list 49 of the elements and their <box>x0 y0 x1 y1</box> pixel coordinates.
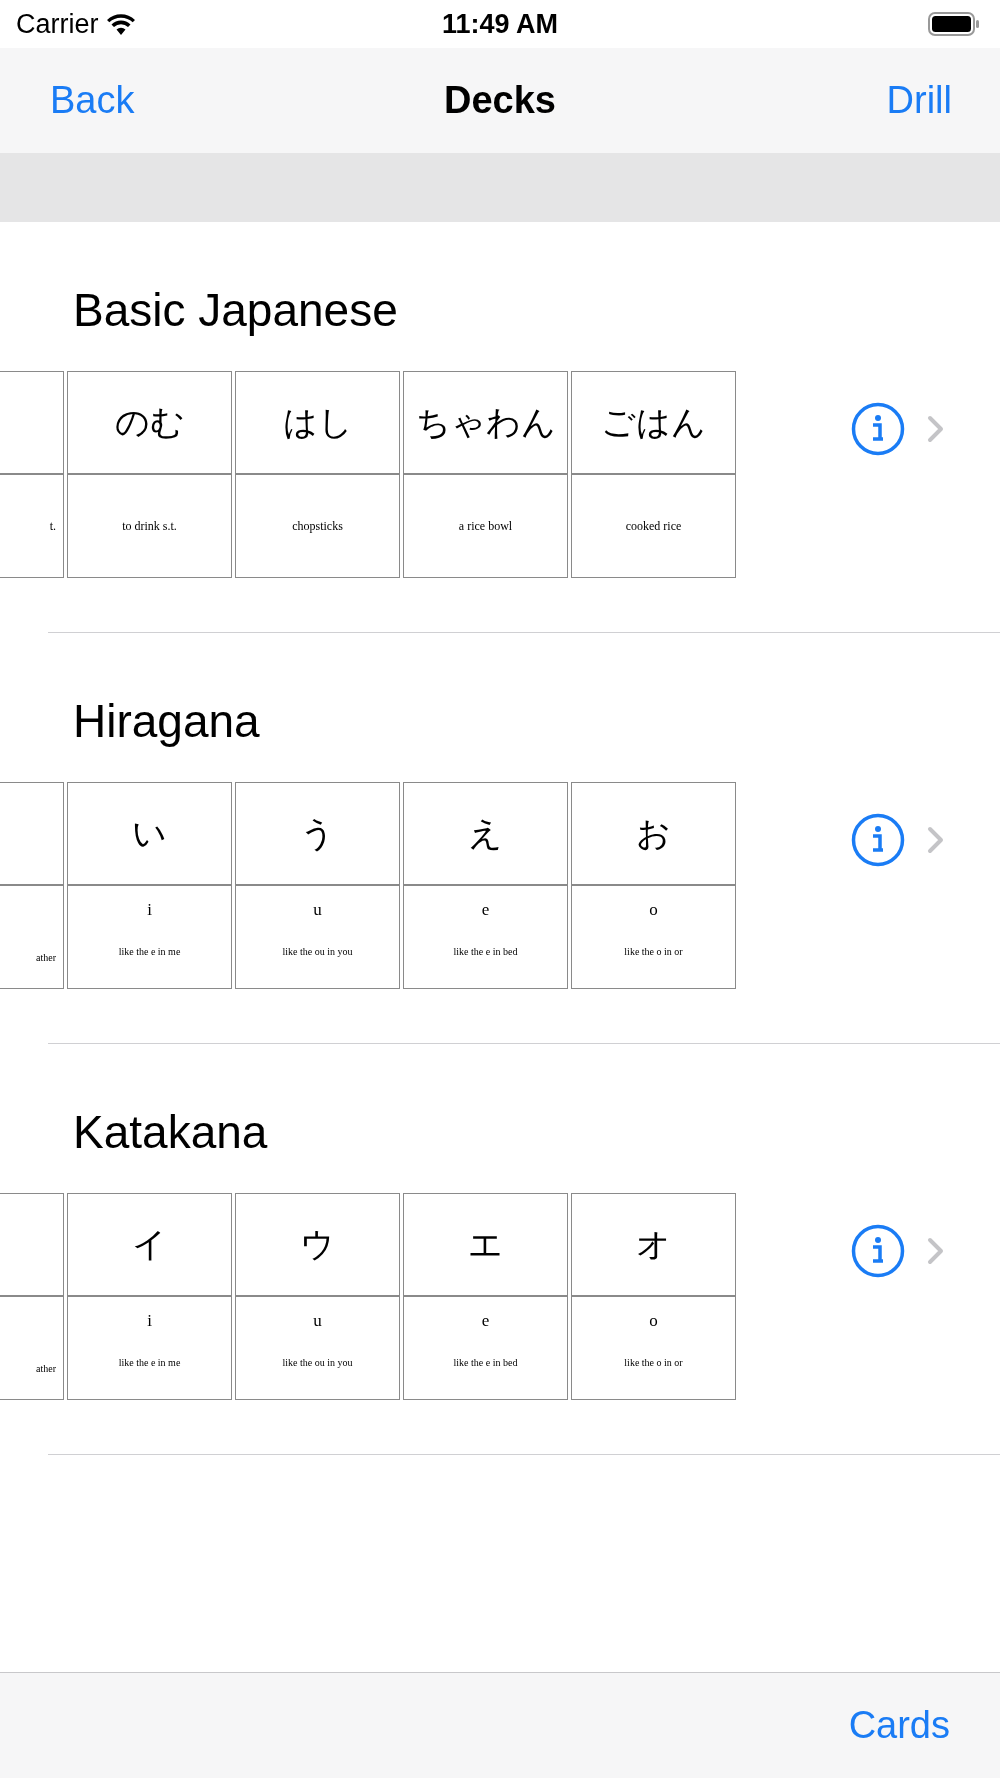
card-kana: お <box>636 812 671 854</box>
drill-button[interactable]: Drill <box>886 79 952 122</box>
card-kana: ごはん <box>601 401 706 443</box>
card-meaning: t. <box>49 518 56 534</box>
card-romaji: e <box>481 1311 490 1331</box>
card-romaji: o <box>649 900 658 920</box>
battery-icon <box>928 12 980 36</box>
card-note: ather <box>36 952 56 963</box>
nav-title: Decks <box>444 79 556 122</box>
card-note: like the e in me <box>118 1357 181 1368</box>
card-romaji: u <box>313 1311 322 1331</box>
back-button[interactable]: Back <box>50 79 135 122</box>
card-note: like the ou in you <box>282 946 353 957</box>
card-note: like the ou in you <box>282 1357 353 1368</box>
info-icon[interactable] <box>851 813 905 867</box>
card-kana: ウ <box>300 1223 335 1265</box>
card-note: like the e in bed <box>453 946 518 957</box>
card-meaning: a rice bowl <box>458 518 513 534</box>
cards-button[interactable]: Cards <box>848 1704 950 1747</box>
deck-title: Basic Japanese <box>73 283 399 338</box>
card-meaning: cooked rice <box>625 518 682 534</box>
status-time: 11:49 AM <box>441 8 559 40</box>
wifi-icon <box>106 13 135 35</box>
card-kana: オ <box>636 1223 671 1265</box>
info-icon[interactable] <box>851 1224 905 1278</box>
card-note: ather <box>36 1363 56 1374</box>
card-note: like the o in or <box>624 946 683 957</box>
card-romaji: o <box>649 1311 658 1331</box>
card-kana: う <box>300 812 335 854</box>
deck-title: Hiragana <box>73 694 261 749</box>
card-meaning: chopsticks <box>292 518 343 534</box>
card-note: like the o in or <box>624 1357 683 1368</box>
carrier-name: Carrier <box>16 8 99 40</box>
card-kana: はし <box>282 401 353 443</box>
card-kana: のむ <box>114 401 185 443</box>
card-kana: ちゃわん <box>415 401 556 443</box>
card-meaning: to drink s.t. <box>122 518 177 534</box>
card-note: like the e in bed <box>453 1357 518 1368</box>
card-romaji: i <box>147 900 152 920</box>
info-icon[interactable] <box>851 402 905 456</box>
card-note: like the e in me <box>118 946 181 957</box>
card-kana: え <box>468 812 503 854</box>
card-romaji: e <box>481 900 490 920</box>
card-romaji: i <box>147 1311 152 1331</box>
card-kana: エ <box>468 1223 503 1265</box>
deck-title: Katakana <box>73 1105 269 1160</box>
card-kana: い <box>132 812 167 854</box>
card-romaji: u <box>313 900 322 920</box>
card-kana: イ <box>132 1223 167 1265</box>
